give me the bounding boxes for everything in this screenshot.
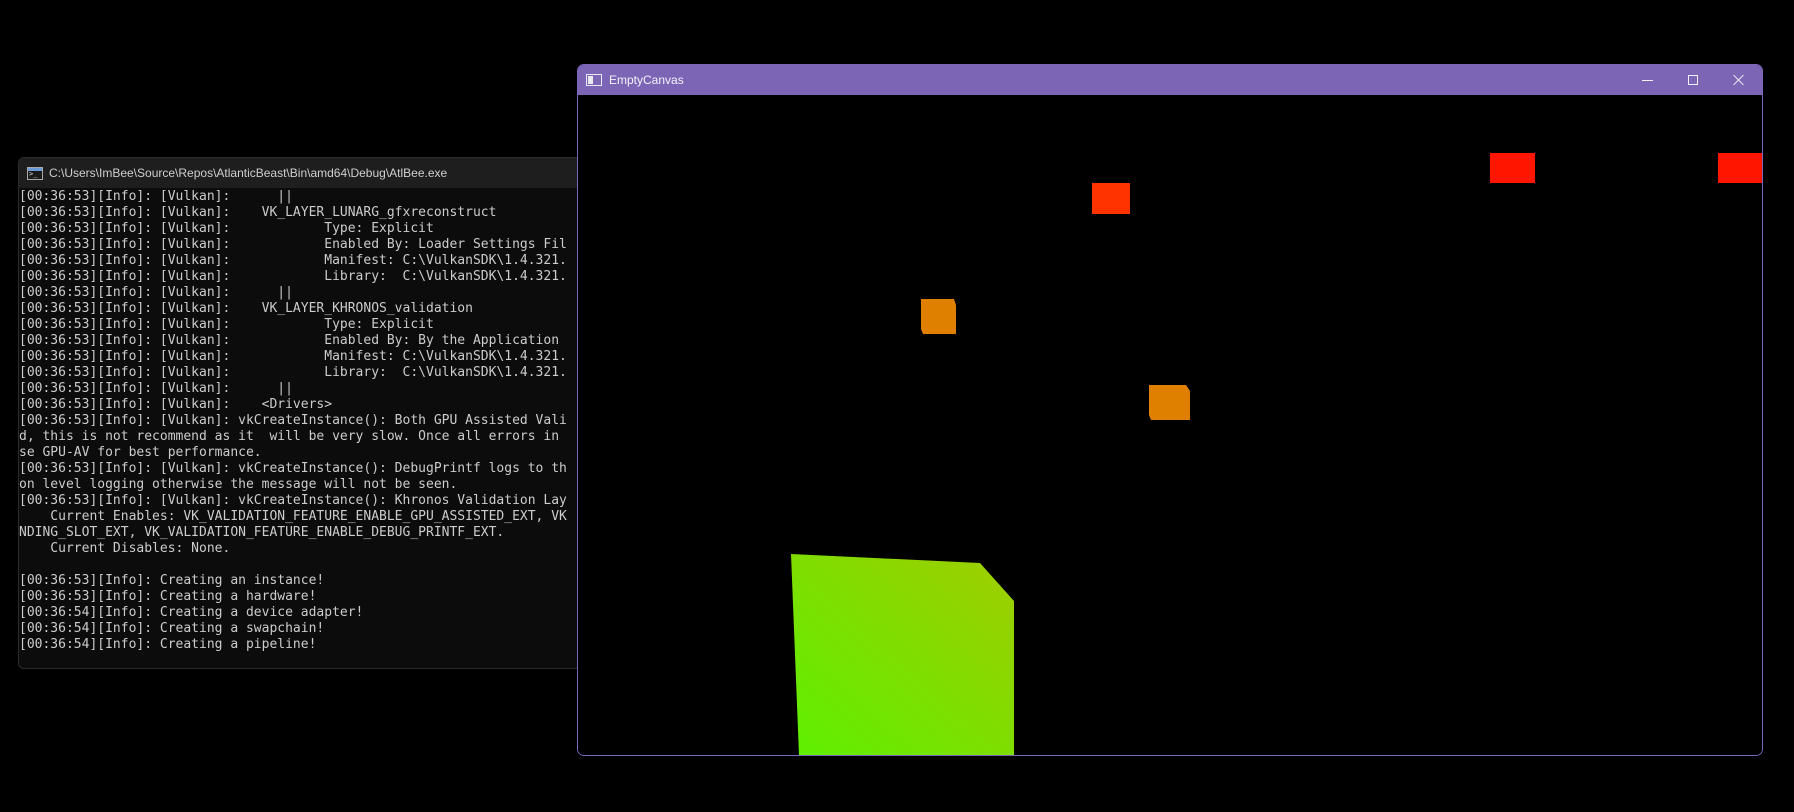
console-line: d, this is not recommend as it will be v… [19,429,560,444]
console-line: on level logging otherwise the message w… [19,477,458,492]
scene-canvas [578,95,1762,755]
console-line: [00:36:53][Info]: [Vulkan]: vkCreateInst… [19,493,567,508]
console-line: [00:36:53][Info]: [Vulkan]: vkCreateInst… [19,413,567,428]
minimize-icon [1641,79,1653,81]
console-line: se GPU-AV for best performance. [19,445,262,460]
scene-background [578,95,1762,755]
console-line: [00:36:53][Info]: [Vulkan]: Library: C:\… [19,365,567,380]
console-title: C:\Users\ImBee\Source\Repos\AtlanticBeas… [49,166,448,180]
console-line: [00:36:53][Info]: [Vulkan]: Type: Explic… [19,221,434,236]
maximize-button[interactable] [1670,65,1716,95]
console-line: [00:36:54][Info]: Creating a pipeline! [19,637,317,652]
canvas-titlebar[interactable]: EmptyCanvas [578,65,1762,95]
red-cube-edge [1718,153,1762,183]
console-line: [00:36:53][Info]: [Vulkan]: Enabled By: … [19,237,567,252]
render-surface[interactable] [578,95,1762,755]
console-line: [00:36:53][Info]: [Vulkan]: || [19,381,293,396]
console-line: [00:36:53][Info]: Creating a hardware! [19,589,317,604]
console-line: [00:36:53][Info]: [Vulkan]: <Drivers> [19,397,333,412]
console-line: [00:36:53][Info]: [Vulkan]: Manifest: C:… [19,253,567,268]
console-line: Current Disables: None. [19,541,231,556]
close-button[interactable] [1716,65,1762,95]
console-line: [00:36:53][Info]: Creating an instance! [19,573,325,588]
console-line: NDING_SLOT_EXT, VK_VALIDATION_FEATURE_EN… [19,525,505,540]
orange-cube-left [921,299,956,334]
canvas-window-title: EmptyCanvas [609,73,684,87]
orange-cube-center [1149,385,1190,420]
console-titlebar[interactable]: C:\Users\ImBee\Source\Repos\AtlanticBeas… [19,158,599,188]
close-icon [1733,74,1745,86]
minimize-button[interactable] [1624,65,1670,95]
console-line: [00:36:53][Info]: [Vulkan]: || [19,285,293,300]
console-output[interactable]: [00:36:53][Info]: [Vulkan]: || [00:36:53]… [19,189,599,653]
canvas-window[interactable]: EmptyCanvas [577,64,1763,756]
console-line: Current Enables: VK_VALIDATION_FEATURE_E… [19,509,567,524]
console-line: [00:36:53][Info]: [Vulkan]: Type: Explic… [19,317,434,332]
console-window[interactable]: C:\Users\ImBee\Source\Repos\AtlanticBeas… [18,157,600,669]
console-line: [00:36:54][Info]: Creating a device adap… [19,605,364,620]
console-line: [00:36:54][Info]: Creating a swapchain! [19,621,325,636]
green-cube [791,554,1014,755]
console-line: [00:36:53][Info]: [Vulkan]: vkCreateInst… [19,461,567,476]
console-line: [00:36:53][Info]: [Vulkan]: VK_LAYER_KHR… [19,301,473,316]
console-line: [00:36:53][Info]: [Vulkan]: || [19,189,293,204]
console-line: [00:36:53][Info]: [Vulkan]: Enabled By: … [19,333,560,348]
red-cube-right [1490,153,1535,183]
desktop: C:\Users\ImBee\Source\Repos\AtlanticBeas… [0,0,1794,812]
console-line: [00:36:53][Info]: [Vulkan]: Manifest: C:… [19,349,567,364]
maximize-icon [1688,75,1698,85]
window-app-icon [586,74,602,86]
console-line: [00:36:53][Info]: [Vulkan]: Library: C:\… [19,269,567,284]
console-app-icon [27,166,43,180]
red-orange-cube [1092,183,1130,214]
console-line: [00:36:53][Info]: [Vulkan]: VK_LAYER_LUN… [19,205,497,220]
